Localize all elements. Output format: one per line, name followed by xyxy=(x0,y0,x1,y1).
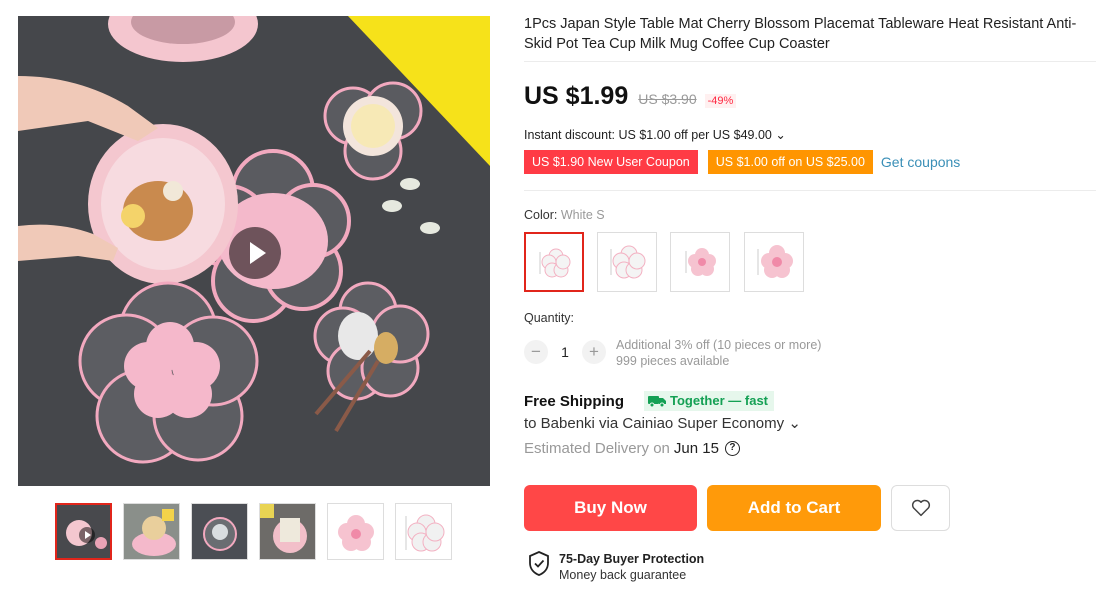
protection-title: 75-Day Buyer Protection xyxy=(559,552,705,566)
quantity-value[interactable]: 1 xyxy=(548,344,582,360)
add-to-cart-button[interactable]: Add to Cart xyxy=(707,485,881,531)
quantity-decrease-button[interactable]: − xyxy=(524,340,548,364)
thumbnail-6[interactable] xyxy=(395,503,452,560)
threshold-coupon[interactable]: US $1.00 off on US $25.00 xyxy=(705,150,873,174)
divider xyxy=(524,61,1096,62)
coupon-row: US $1.90 New User Coupon US $1.00 off on… xyxy=(522,150,960,174)
bulk-discount-text: Additional 3% off (10 pieces or more) xyxy=(616,338,822,352)
wishlist-button[interactable] xyxy=(891,485,950,531)
swatch-white-l[interactable] xyxy=(597,232,657,292)
free-shipping-title: Free Shipping xyxy=(524,392,625,410)
question-circle-icon[interactable]: ? xyxy=(724,441,740,456)
shipping-badge: Together — fast xyxy=(644,391,775,411)
estimated-label: Estimated Delivery on xyxy=(524,440,670,457)
play-video-icon[interactable] xyxy=(229,227,281,279)
shipping-destination[interactable]: to Babenki via Cainiao Super Economy ⌄ xyxy=(524,414,801,432)
new-user-coupon[interactable]: US $1.90 New User Coupon xyxy=(522,150,698,174)
thumbnail-2[interactable] xyxy=(123,503,180,560)
get-coupons-link[interactable]: Get coupons xyxy=(881,154,960,170)
quantity-info: Additional 3% off (10 pieces or more) 99… xyxy=(616,337,821,369)
swatch-white-s[interactable] xyxy=(524,232,584,292)
estimated-delivery: Estimated Delivery on Jun 15 ? xyxy=(524,440,740,457)
current-price: US $1.99 xyxy=(524,82,629,110)
thumbnail-video[interactable] xyxy=(55,503,112,560)
divider xyxy=(524,190,1096,191)
discount-badge: -49% xyxy=(704,94,737,108)
shield-check-icon xyxy=(529,551,549,576)
buy-now-button[interactable]: Buy Now xyxy=(524,485,697,531)
product-title: 1Pcs Japan Style Table Mat Cherry Blosso… xyxy=(524,16,1077,52)
instant-discount[interactable]: Instant discount: US $1.00 off per US $4… xyxy=(524,127,786,142)
thumbnail-5[interactable] xyxy=(327,503,384,560)
swatch-pink-l[interactable] xyxy=(744,232,804,292)
thumbnail-3[interactable] xyxy=(191,503,248,560)
color-label: Color: White S xyxy=(524,208,605,222)
quantity-increase-button[interactable]: + xyxy=(582,340,606,364)
original-price: US $3.90 xyxy=(638,91,697,107)
main-product-image[interactable] xyxy=(18,16,490,486)
quantity-stepper: − 1 + xyxy=(524,340,606,364)
heart-icon xyxy=(911,499,930,517)
buyer-protection: 75-Day Buyer Protection Money back guara… xyxy=(527,551,704,583)
color-selected-value: White S xyxy=(560,208,605,222)
quantity-label: Quantity: xyxy=(524,311,575,325)
price-row: US $1.99 US $3.90 -49% xyxy=(524,82,737,111)
protection-subtitle: Money back guarantee xyxy=(559,568,687,582)
swatch-pink-s[interactable] xyxy=(670,232,730,292)
thumbnail-4[interactable] xyxy=(259,503,316,560)
estimated-date: Jun 15 xyxy=(673,440,719,457)
color-label-text: Color: xyxy=(524,208,558,222)
shipping-badge-label: Together — fast xyxy=(670,393,769,408)
stock-text: 999 pieces available xyxy=(616,354,730,368)
truck-icon xyxy=(648,396,667,407)
shipping-row: Free Shipping Together — fast xyxy=(524,391,775,411)
